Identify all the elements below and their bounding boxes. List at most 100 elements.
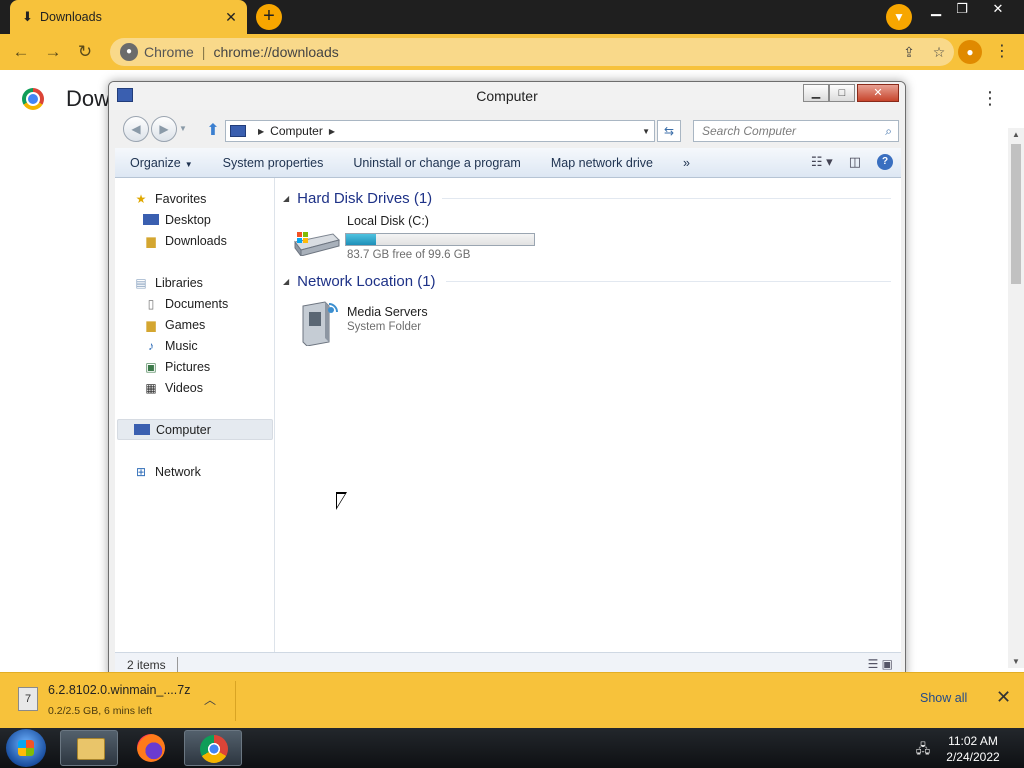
address-separator: | [201,44,206,60]
taskbar-firefox-icon[interactable] [122,730,180,766]
page-menu-icon[interactable]: ⋮ [980,88,1000,109]
nav-music[interactable]: ♪ Music [143,335,273,356]
explorer-minimize-button[interactable]: ▁ [803,84,829,102]
chrome-menu-icon[interactable]: ⋮ [990,40,1014,64]
breadcrumb-computer[interactable]: Computer [270,124,323,138]
tab-downloads[interactable]: ⬇ Downloads ✕ [10,0,247,34]
scroll-down-icon[interactable]: ▼ [1008,657,1024,666]
reload-button[interactable]: ↻ [72,39,98,65]
show-all-button[interactable]: Show all [920,691,967,705]
nav-documents[interactable]: ▯ Documents [143,293,273,314]
group-hard-disk-drives[interactable]: ◢ Hard Disk Drives (1) [283,188,891,208]
hard-drive-icon [293,230,341,258]
status-divider [177,657,178,673]
recent-pages-chevron-icon[interactable]: ▼ [179,124,187,133]
download-progress-text: 0.2/2.5 GB, 6 mins left [48,705,152,717]
map-network-drive-button[interactable]: Map network drive [536,156,668,170]
media-servers-type: System Folder [347,321,422,333]
nav-pictures[interactable]: ▣ Pictures [143,356,273,377]
organize-menu[interactable]: Organize ▼ [115,156,208,170]
taskbar-chrome-icon[interactable] [184,730,242,766]
browser-toolbar: ← → ↻ ● Chrome | chrome://downloads ⇪ ☆ … [0,34,1024,70]
explorer-title: Computer [476,88,538,104]
group-divider [442,197,891,199]
new-tab-button[interactable]: + [256,4,282,30]
close-shelf-icon[interactable]: ✕ [996,687,1011,708]
breadcrumb-chevron-icon[interactable]: ▶ [258,127,264,136]
tab-title: Downloads [40,10,102,24]
explorer-address-bar[interactable]: ▶ Computer ▶ ▼ [225,120,655,142]
nav-videos[interactable]: ▦ Videos [143,377,273,398]
share-icon[interactable]: ⇪ [894,44,924,61]
system-clock[interactable]: 11:02 AM 2/24/2022 [936,733,1010,765]
videos-icon: ▦ [145,380,157,395]
item-count: 2 items [127,658,166,672]
network-tray-icon[interactable]: 🖧 [914,740,932,756]
download-file-name: 6.2.8102.0.winmain_....7z [48,683,191,697]
archive-file-icon: 7 [18,687,38,711]
group-network-location[interactable]: ◢ Network Location (1) [283,271,891,291]
network-icon: ⊞ [135,464,147,479]
scrollbar-thumb[interactable] [1011,144,1021,284]
view-controls: ☷ ▾ ◫ ? [811,154,893,170]
start-button[interactable] [6,729,46,767]
star-icon: ★ [135,191,147,206]
nav-favorites[interactable]: ★ Favorites [133,188,273,209]
bookmark-star-icon[interactable]: ☆ [924,44,954,61]
explorer-maximize-button[interactable]: □ [829,84,855,102]
download-icon: ⬇ [22,9,33,24]
nav-games[interactable]: ▆ Games [143,314,273,335]
chevron-up-icon[interactable]: ︿ [204,691,216,708]
page-scrollbar[interactable]: ▲ ▼ [1008,128,1024,668]
url-text[interactable]: chrome://downloads [213,44,894,60]
explorer-navbar: ◀ ▶ ▼ ⬆ ▶ Computer ▶ ▼ ⇆ Search Computer… [109,112,905,146]
command-bar: Organize ▼ System properties Uninstall or… [115,148,901,178]
system-properties-button[interactable]: System properties [208,156,339,170]
browser-tab-strip: ⬇ Downloads ✕ + ▼ ▁ ❐ ✕ [0,0,1024,34]
nav-computer[interactable]: Computer [117,419,273,440]
nav-libraries[interactable]: ▤ Libraries [133,272,273,293]
explorer-back-button[interactable]: ◀ [123,116,149,142]
scroll-up-icon[interactable]: ▲ [1008,130,1024,139]
clock-time: 11:02 AM [948,734,998,748]
site-label: Chrome [144,44,194,60]
search-icon[interactable]: ⌕ [885,124,892,139]
nav-downloads[interactable]: ▆ Downloads [143,230,273,251]
taskbar-explorer-icon[interactable] [60,730,118,766]
explorer-close-button[interactable]: ✕ [857,84,899,102]
details-view-icon[interactable]: ☰ ▣ [868,657,893,671]
games-folder-icon: ▆ [146,317,156,332]
chrome-site-icon: ● [120,43,138,61]
help-icon[interactable]: ? [877,154,893,170]
chevron-down-icon: ▼ [184,159,193,169]
computer-icon [230,125,246,137]
up-arrow-icon[interactable]: ⬆ [205,120,221,140]
change-view-icon[interactable]: ☷ ▾ [811,154,833,170]
nav-network[interactable]: ⊞ Network [133,461,273,482]
profile-avatar[interactable]: ● [958,40,982,64]
uninstall-program-button[interactable]: Uninstall or change a program [338,156,535,170]
explorer-search-input[interactable]: Search Computer ⌕ [693,120,899,142]
restore-button[interactable]: ❐ [946,0,978,20]
mouse-cursor [336,492,347,510]
address-bar[interactable]: ● Chrome | chrome://downloads ⇪ ☆ [110,38,954,66]
back-button[interactable]: ← [8,39,34,65]
documents-icon: ▯ [147,296,155,311]
group-divider [445,280,891,282]
explorer-forward-button[interactable]: ▶ [151,116,177,142]
explorer-titlebar[interactable]: Computer ▁ □ ✕ [109,82,905,110]
explorer-window: Computer ▁ □ ✕ ◀ ▶ ▼ ⬆ ▶ Computer ▶ ▼ ⇆ … [108,81,906,679]
breadcrumb-chevron-icon[interactable]: ▶ [329,127,335,136]
nav-desktop[interactable]: Desktop [143,209,273,230]
forward-button[interactable]: → [40,39,66,65]
computer-icon [134,424,150,435]
address-dropdown-icon[interactable]: ▼ [642,127,650,136]
preview-pane-icon[interactable]: ◫ [849,154,861,170]
more-commands-button[interactable]: » [668,156,705,170]
close-window-button[interactable]: ✕ [982,0,1014,20]
refresh-icon[interactable]: ⇆ [657,120,681,142]
tab-close-icon[interactable]: ✕ [223,9,239,26]
download-item[interactable]: 7 6.2.8102.0.winmain_....7z 0.2/2.5 GB, … [14,681,236,721]
media-server-icon [299,298,339,347]
tab-search-button[interactable]: ▼ [886,4,912,30]
